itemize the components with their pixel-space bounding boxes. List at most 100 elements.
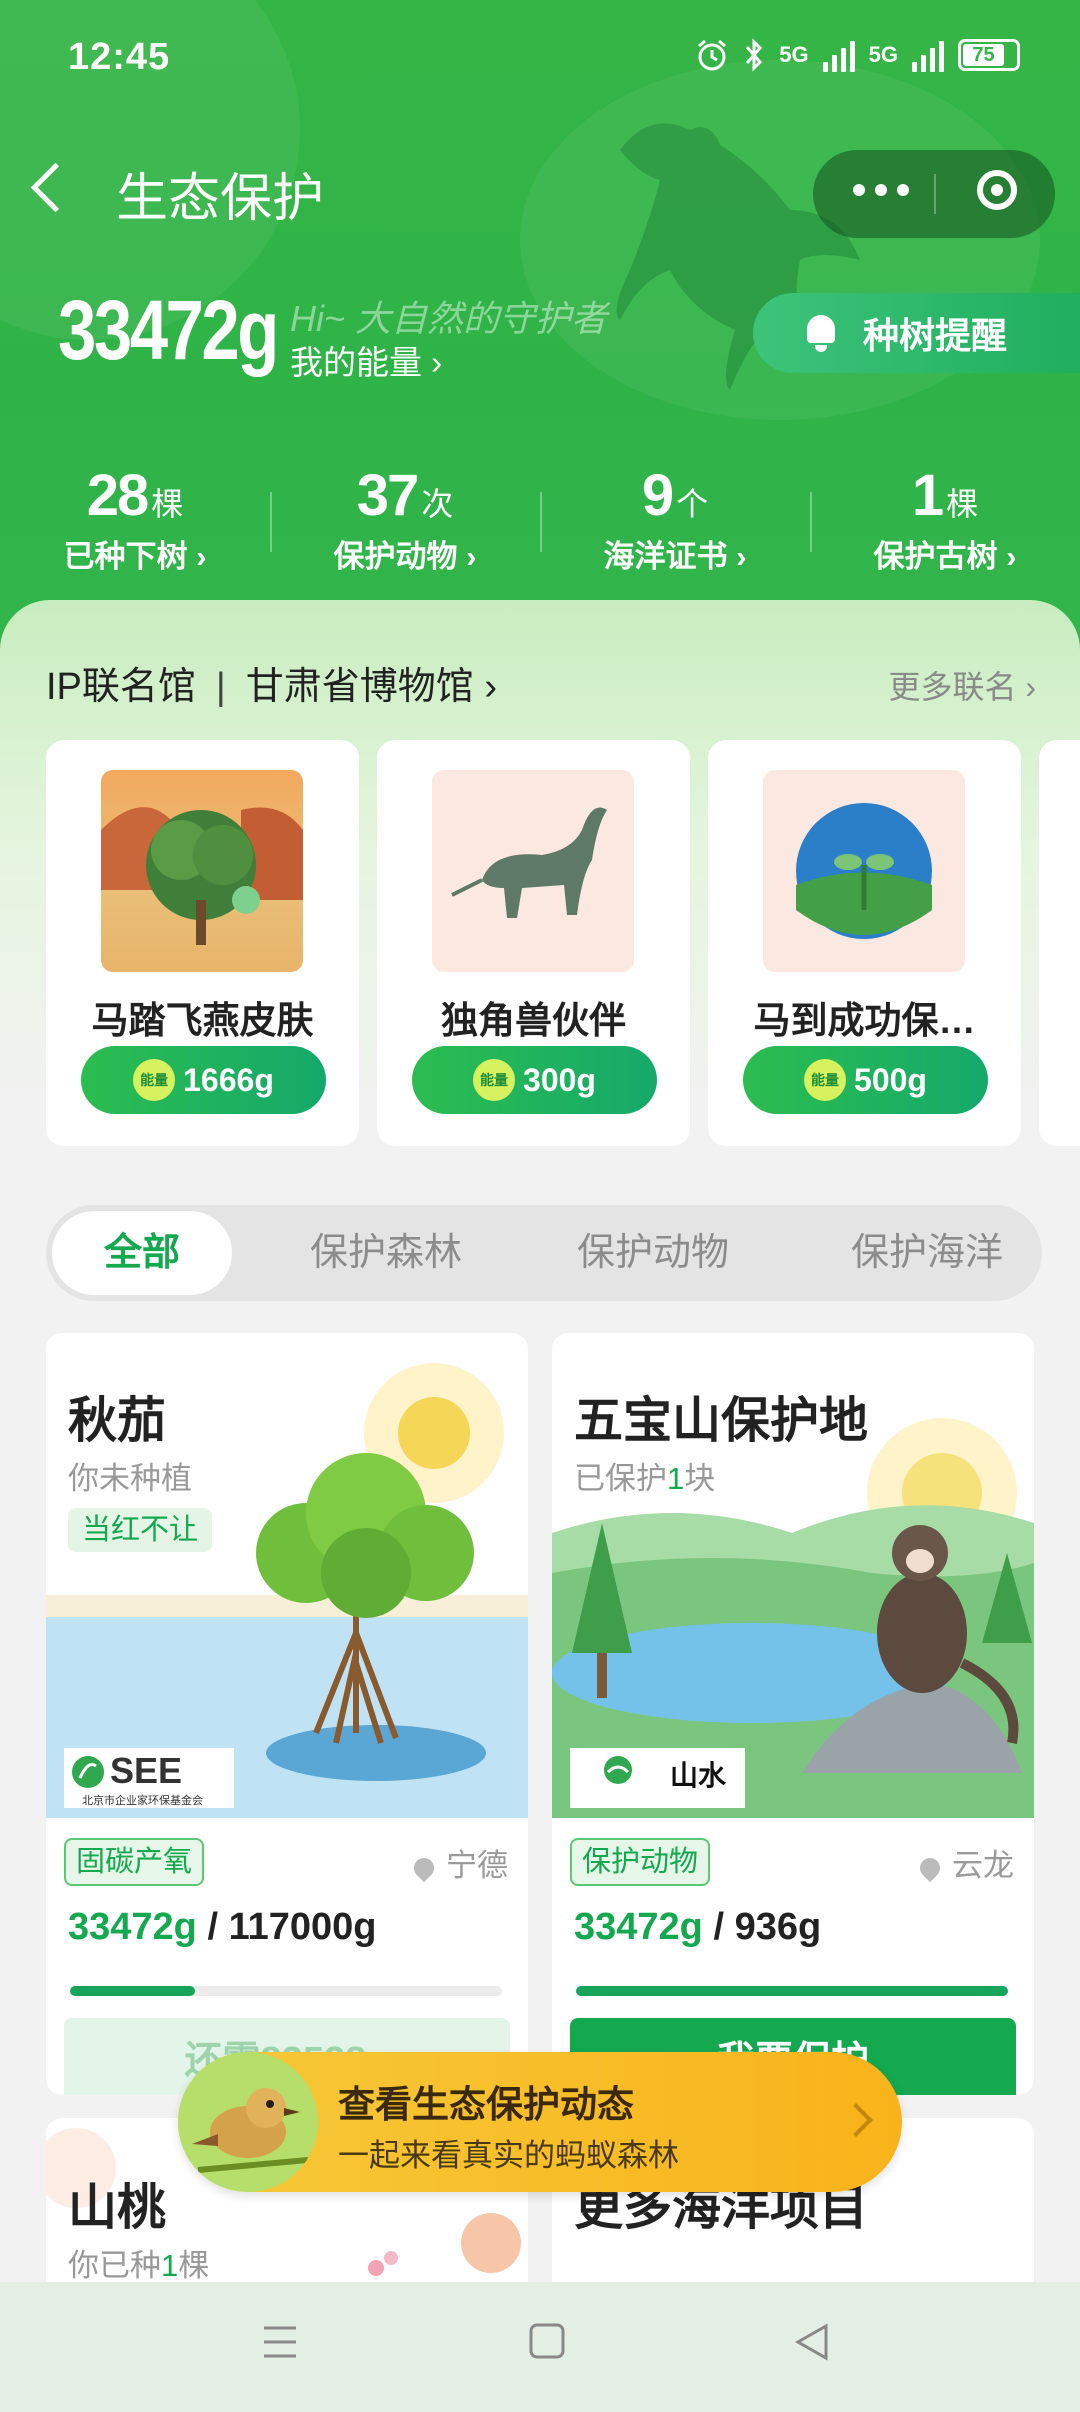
energy-value: 33472g (58, 283, 279, 377)
redeem-button[interactable]: 能量 1666g (81, 1046, 326, 1114)
stat-unit: 棵 (151, 486, 184, 522)
sponsor-logo-text: 山水 (670, 1760, 727, 1791)
progress-bar (70, 1986, 502, 1996)
stat-label: 海洋证书 › (603, 539, 747, 574)
price-label: 500g (854, 1061, 927, 1098)
ip-card-image (763, 770, 965, 972)
status-icons: 5G 5G 75 (695, 38, 1020, 72)
project-location: 宁德 (409, 1840, 508, 1885)
my-energy-link[interactable]: 我的能量 › (290, 336, 442, 384)
subtitle-count: 1 (667, 1461, 685, 1496)
location-pin-icon (409, 1853, 439, 1883)
subtitle-prefix: 已保护 (574, 1461, 667, 1496)
progress-target: 117000g (228, 1906, 377, 1948)
ip-card[interactable]: 马到成功保… 能量 500g (708, 740, 1021, 1146)
progress-target: 936g (734, 1906, 822, 1948)
more-menu-icon[interactable] (853, 184, 909, 196)
ip-card-title: 马踏飞燕皮肤 (91, 1000, 314, 1041)
page-title: 生态保护 (116, 170, 325, 228)
stat-number: 1 (911, 463, 944, 528)
subtitle-suffix: 棵 (178, 2248, 210, 2283)
project-progress-value: 33472g / 117000g (68, 1906, 377, 1949)
ip-card-image (432, 770, 634, 972)
stat-unit: 次 (421, 486, 454, 522)
stat-animals-protected[interactable]: 37 次 保护动物 › (270, 462, 540, 574)
nav-bar: 生态保护 (0, 150, 1080, 240)
project-title: 五宝山保护地 (574, 1394, 869, 1448)
battery-icon: 75 (958, 39, 1020, 71)
tab-animals[interactable]: 保护动物 (563, 1205, 743, 1301)
bell-icon (807, 315, 835, 352)
greeting-text: Hi~ 大自然的守护者 (290, 298, 608, 339)
sponsor-logo-text: SEE (110, 1750, 183, 1791)
subtitle-prefix: 你已种 (68, 2248, 161, 2283)
project-title: 秋茄 (68, 1394, 167, 1448)
project-subtitle: 你已种1棵 (68, 2240, 209, 2285)
battery-level: 75 (963, 44, 1004, 66)
stats-row: 28 棵 已种下树 › 37 次 保护动物 › 9个 海洋证书 › 1棵 保护古树 … (0, 462, 1080, 574)
close-target-icon[interactable] (977, 170, 1017, 210)
price-label: 300g (523, 1061, 596, 1098)
project-card[interactable]: 秋茄 你未种植 当红不让 SEE 北京市企业家环保基金会 固碳产氧 宁德 334… (46, 1333, 528, 2095)
stat-number: 9 (641, 463, 674, 528)
progress-current: 33472g (574, 1906, 703, 1948)
stat-trees-planted[interactable]: 28 棵 已种下树 › (0, 462, 270, 574)
progress-current: 33472g (68, 1906, 197, 1948)
back-triangle-icon[interactable] (792, 2322, 832, 2362)
project-tag: 固碳产氧 (64, 1838, 205, 1886)
status-time: 12:45 (68, 36, 171, 78)
ip-museum-name: 甘肃省博物馆 › (245, 666, 497, 708)
miniprogram-capsule (813, 150, 1055, 238)
ip-card-list: 马踏飞燕皮肤 能量 1666g 独角兽伙伴 能量 300g 马到成功保… 能量 500… (46, 740, 1080, 1146)
tab-forest[interactable]: 保护森林 (296, 1205, 476, 1301)
reminder-label: 种树提醒 (863, 315, 1008, 356)
stat-ocean-certificates[interactable]: 9个 海洋证书 › (540, 462, 810, 574)
project-footer: 固碳产氧 宁德 33472g / 117000g 还需83528g (46, 1818, 528, 2095)
more-collabs-link[interactable]: 更多联名 › (888, 662, 1036, 708)
chevron-right-icon (839, 2103, 873, 2137)
ip-section-header[interactable]: IP联名馆 | 甘肃省博物馆 › (46, 655, 497, 710)
banner-subtitle: 一起来看真实的蚂蚁森林 (338, 2138, 679, 2173)
system-nav-bar (0, 2282, 1080, 2412)
sponsor-logo: SEE 北京市企业家环保基金会 (64, 1748, 234, 1808)
project-footer: 保护动物 云龙 33472g / 936g 我要保护 (552, 1818, 1034, 2095)
ip-card[interactable]: 独角兽伙伴 能量 300g (377, 740, 690, 1146)
home-icon[interactable] (528, 2322, 566, 2362)
sponsor-logo-subtext: 北京市企业家环保基金会 (82, 1795, 203, 1807)
tab-all[interactable]: 全部 (52, 1211, 232, 1295)
ip-card-partial[interactable] (1039, 740, 1080, 1146)
back-arrow-icon[interactable] (30, 162, 81, 213)
redeem-button[interactable]: 能量 300g (412, 1046, 657, 1114)
stat-ancient-trees[interactable]: 1棵 保护古树 › (810, 462, 1080, 574)
sponsor-logo: 山水 (570, 1748, 745, 1808)
redeem-button[interactable]: 能量 500g (743, 1046, 988, 1114)
energy-coin-icon: 能量 (473, 1059, 516, 1101)
progress-fill (70, 1986, 196, 1996)
progress-fill (576, 1986, 1008, 1996)
project-subtitle: 已保护1块 (574, 1453, 715, 1498)
stat-label: 已种下树 › (63, 539, 207, 574)
bluetooth-icon (746, 38, 763, 72)
stat-unit: 个 (676, 486, 709, 522)
project-location: 云龙 (915, 1840, 1014, 1885)
tree-reminder-button[interactable]: 种树提醒 (753, 293, 1080, 373)
eco-news-banner[interactable]: 查看生态保护动态 一起来看真实的蚂蚁森林 (178, 2052, 902, 2192)
location-text: 宁德 (446, 1848, 508, 1883)
progress-bar (576, 1986, 1008, 1996)
price-label: 1666g (183, 1061, 274, 1098)
energy-coin-icon: 能量 (133, 1059, 176, 1101)
location-text: 云龙 (952, 1848, 1014, 1883)
ip-divider: | (215, 666, 226, 708)
banner-title: 查看生态保护动态 (338, 2084, 634, 2125)
ip-prefix: IP联名馆 (46, 666, 196, 708)
energy-coin-icon: 能量 (804, 1059, 847, 1101)
ip-card[interactable]: 马踏飞燕皮肤 能量 1666g (46, 740, 359, 1146)
project-title: 山桃 (68, 2181, 167, 2235)
status-bar: 12:45 5G 5G 75 (0, 36, 1080, 86)
menu-icon[interactable] (262, 2322, 298, 2362)
stat-label: 保护古树 › (873, 539, 1017, 574)
project-card[interactable]: 五宝山保护地 已保护1块 山水 保护动物 云龙 33472g / 936g 我要… (552, 1333, 1034, 2095)
project-subtitle: 你未种植 (68, 1461, 192, 1496)
signal-icon (912, 38, 944, 72)
tab-ocean[interactable]: 保护海洋 (832, 1205, 1022, 1301)
